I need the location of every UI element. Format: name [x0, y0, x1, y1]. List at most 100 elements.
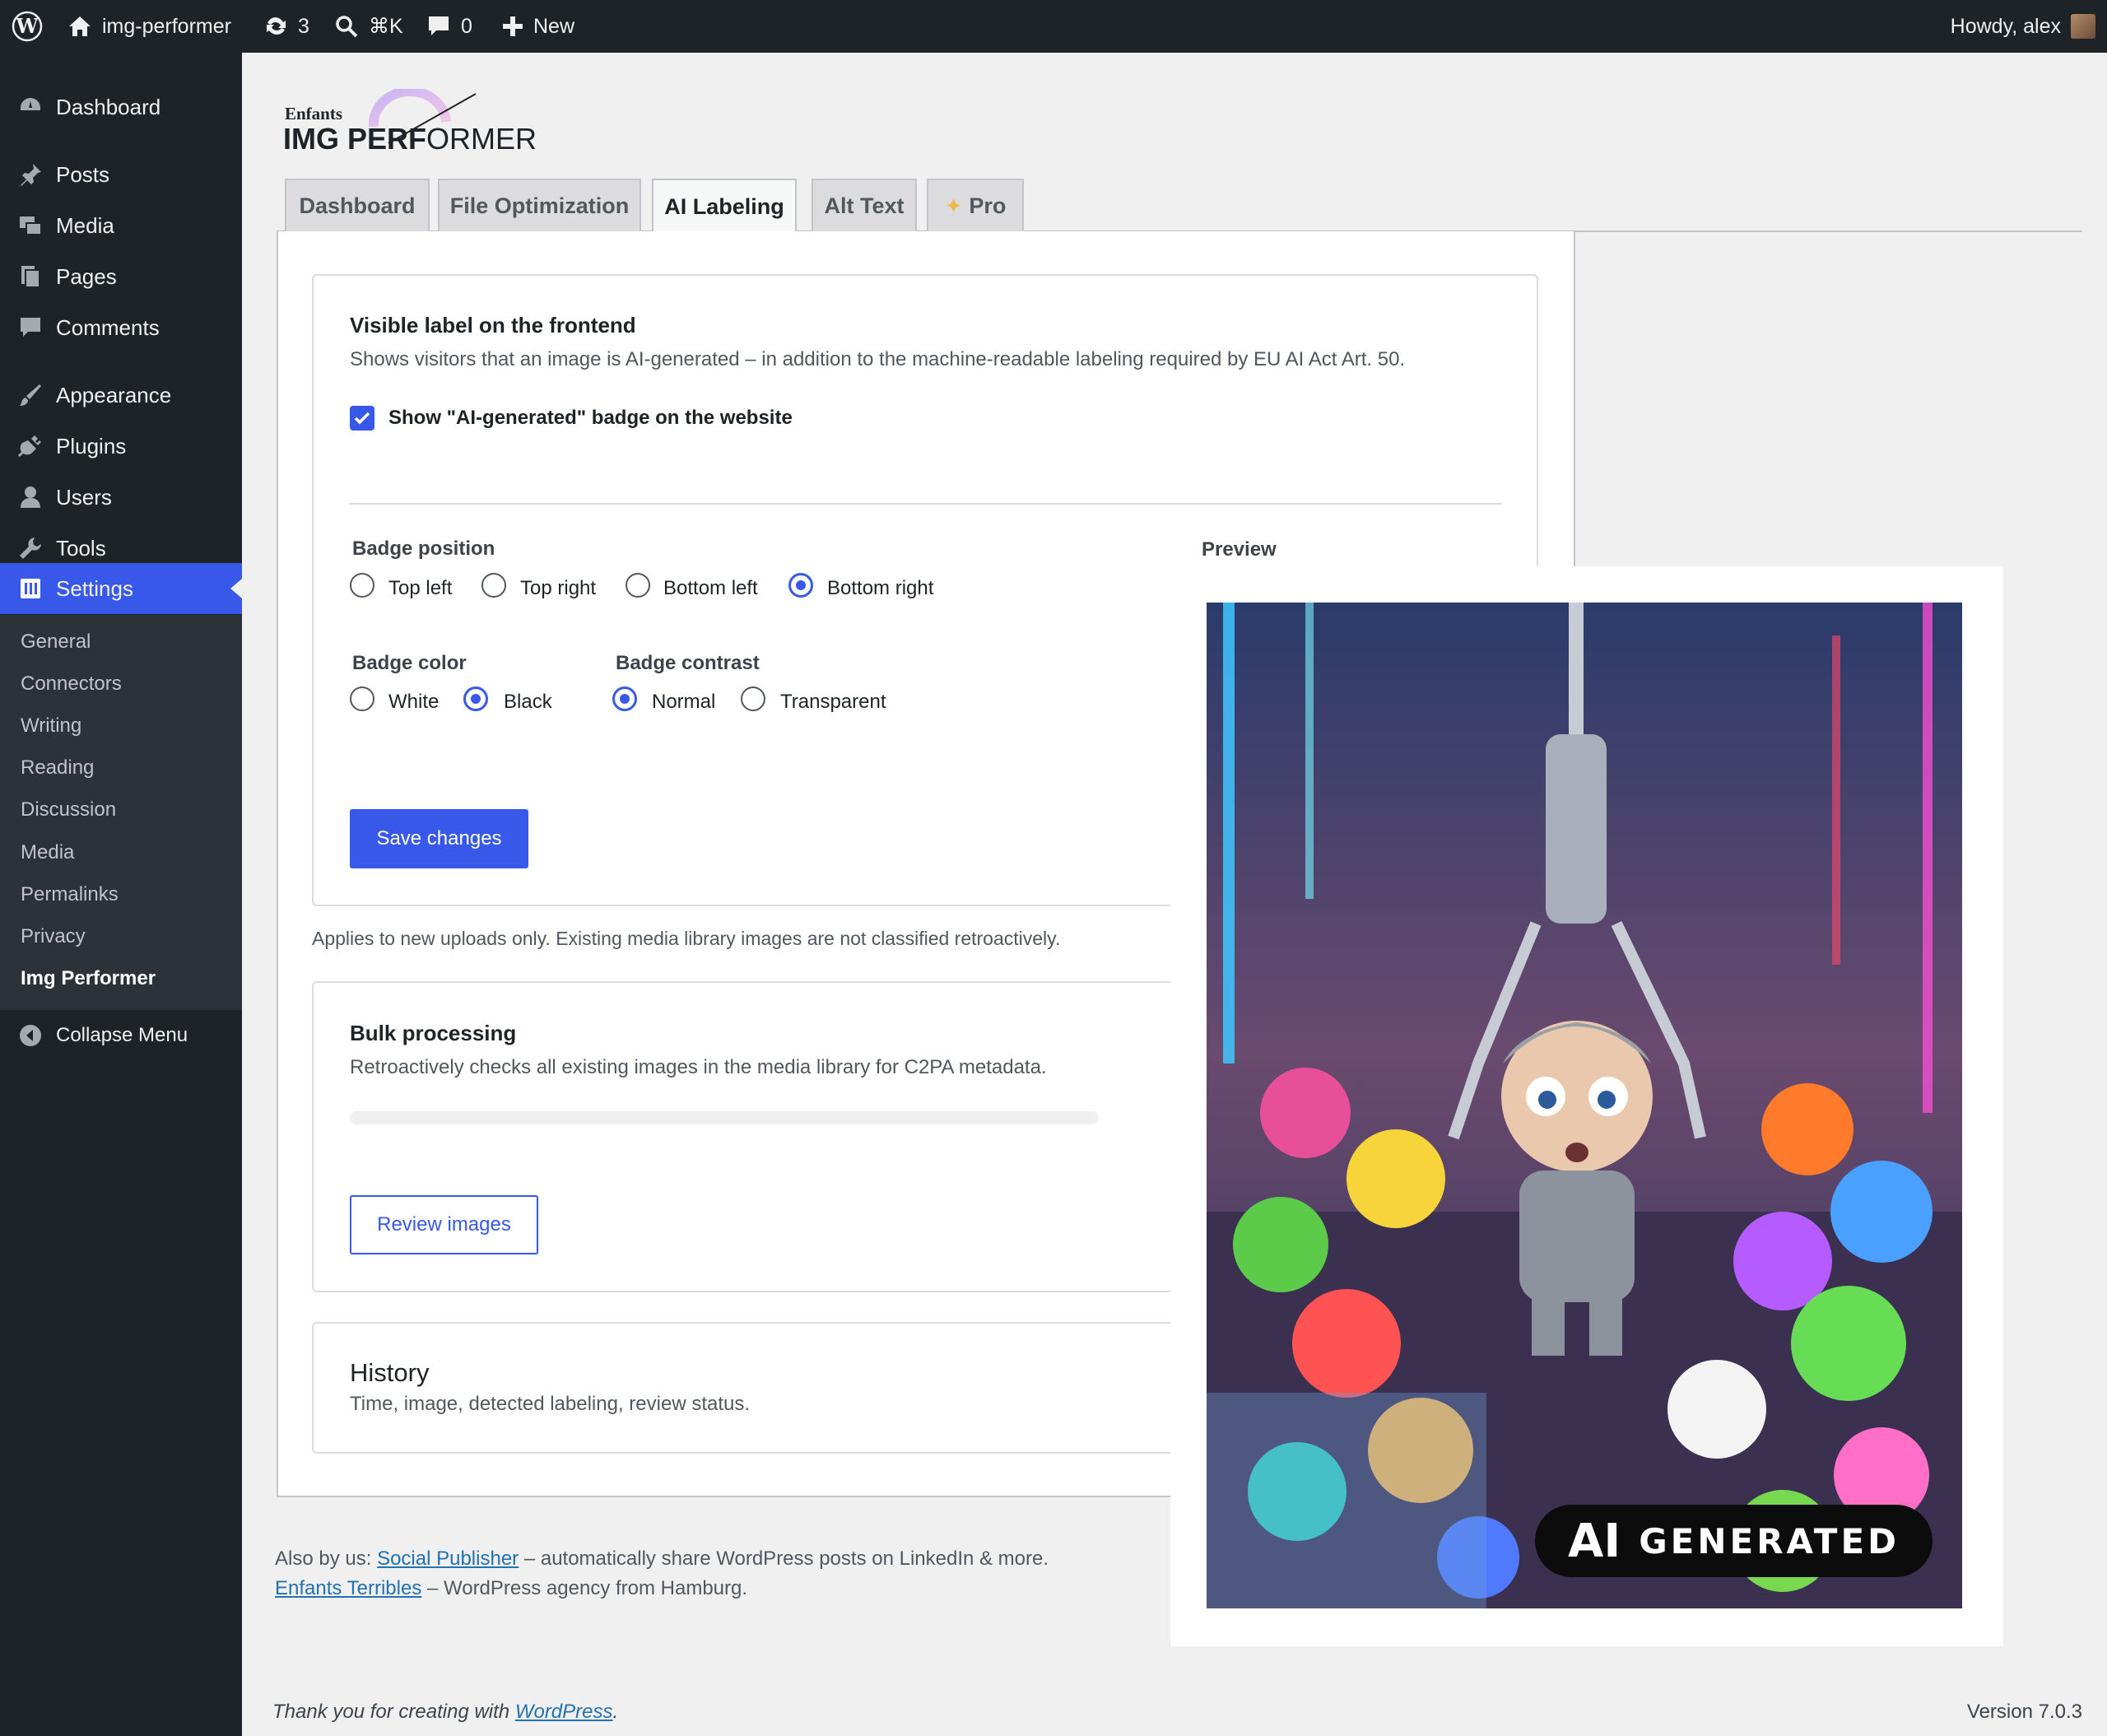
greeting: Howdy, alex [1950, 14, 2061, 38]
sidebar-item-label: Pages [56, 263, 117, 289]
radio-top-right[interactable] [481, 573, 506, 598]
tab-alt-text[interactable]: Alt Text [812, 179, 917, 231]
site-name-link[interactable]: img-performer [67, 0, 231, 53]
radio-black[interactable] [463, 686, 488, 711]
badge-generated-text: GENERATED [1639, 1520, 1900, 1561]
thanks-period: . [612, 1701, 619, 1723]
sidebar-item-settings[interactable]: Settings [0, 563, 242, 614]
account-menu[interactable]: Howdy, alex [1951, 0, 2095, 53]
card-divider [350, 503, 1502, 505]
enfants-terribles-desc: – WordPress agency from Hamburg. [426, 1577, 748, 1599]
radio-bottom-left-label[interactable]: Bottom left [663, 577, 758, 600]
badge-contrast-label: Badge contrast [616, 652, 760, 674]
svg-text:W: W [16, 14, 40, 38]
tab-label: Dashboard [299, 193, 416, 218]
submenu-privacy[interactable]: Privacy [21, 925, 86, 948]
ai-generated-badge: AI GENERATED [1535, 1505, 1933, 1577]
sidebar-item-tools[interactable]: Tools [0, 535, 242, 561]
radio-normal-label[interactable]: Normal [652, 691, 715, 714]
wrench-icon [18, 536, 43, 561]
comments-link[interactable]: 0 [426, 0, 472, 53]
submenu-reading[interactable]: Reading [21, 756, 94, 780]
footer-also-by: Also by us: Social Publisher – automatic… [275, 1548, 1049, 1571]
sidebar-item-label: Settings [56, 575, 133, 601]
sidebar-item-label: Appearance [56, 382, 172, 407]
sidebar-item-appearance[interactable]: Appearance [0, 382, 242, 408]
sidebar-item-plugins[interactable]: Plugins [0, 433, 242, 459]
submenu-discussion[interactable]: Discussion [21, 798, 116, 821]
logo-light: ORMER [426, 122, 537, 156]
sidebar-item-comments[interactable]: Comments [0, 314, 242, 341]
logo-bold: IMG PERF [283, 122, 427, 156]
radio-bottom-right-label[interactable]: Bottom right [827, 577, 933, 600]
radio-black-label[interactable]: Black [504, 691, 552, 714]
wordpress-logo-icon[interactable]: W [12, 0, 43, 53]
sidebar-item-dashboard[interactable]: Dashboard [0, 94, 242, 120]
radio-transparent[interactable] [741, 686, 765, 711]
tab-file-optimization[interactable]: File Optimization [438, 179, 641, 231]
submenu-media[interactable]: Media [21, 841, 74, 864]
show-badge-checkbox[interactable] [350, 406, 374, 431]
plus-icon [503, 16, 523, 36]
history-description: Time, image, detected labeling, review s… [350, 1393, 751, 1415]
comments-count: 0 [461, 14, 472, 38]
tab-dashboard[interactable]: Dashboard [285, 179, 430, 231]
submenu-general[interactable]: General [21, 631, 91, 654]
sidebar-item-posts[interactable]: Posts [0, 161, 242, 188]
submenu-img-performer[interactable]: Img Performer [21, 967, 156, 990]
radio-bottom-left[interactable] [626, 573, 650, 598]
save-changes-button[interactable]: Save changes [350, 809, 528, 868]
search-shortcut[interactable]: ⌘K [334, 0, 403, 53]
sidebar-item-label: Plugins [56, 433, 127, 458]
uploads-note: Applies to new uploads only. Existing me… [312, 928, 1061, 949]
radio-top-left[interactable] [350, 573, 374, 598]
submenu-writing[interactable]: Writing [21, 714, 81, 738]
submenu-connectors[interactable]: Connectors [21, 673, 122, 696]
tab-ai-labeling[interactable]: AI Labeling [652, 179, 797, 233]
footer-agency: Enfants Terribles – WordPress agency fro… [275, 1577, 747, 1600]
sidebar-item-media[interactable]: Media [0, 212, 242, 239]
search-icon [336, 16, 358, 38]
review-images-button[interactable]: Review images [350, 1195, 538, 1254]
enfants-terribles-link[interactable]: Enfants Terribles [275, 1577, 421, 1599]
radio-white-label[interactable]: White [388, 691, 439, 714]
tab-pro[interactable]: ✦ Pro [927, 179, 1024, 231]
wordpress-link[interactable]: WordPress [515, 1701, 613, 1723]
badge-color-label: Badge color [352, 652, 467, 674]
show-badge-label[interactable]: Show "AI-generated" badge on the website [388, 407, 793, 430]
logo-wordmark: IMG PERFORMER [283, 122, 537, 156]
submenu-permalinks[interactable]: Permalinks [21, 883, 119, 906]
visible-label-description: Shows visitors that an image is AI-gener… [350, 348, 1406, 370]
updates-count: 3 [298, 14, 309, 38]
home-icon [69, 16, 91, 36]
radio-transparent-label[interactable]: Transparent [780, 691, 886, 714]
collapse-menu-button[interactable]: Collapse Menu [0, 1022, 242, 1049]
history-heading: History [350, 1358, 430, 1387]
new-content-link[interactable]: New [502, 0, 574, 53]
preview-image: AI GENERATED [1207, 603, 1962, 1608]
footer-version: Version 7.0.3 [1966, 1701, 2082, 1723]
radio-white[interactable] [350, 686, 374, 711]
radio-normal[interactable] [612, 686, 637, 711]
updates-link[interactable]: 3 [262, 0, 309, 53]
social-publisher-link[interactable]: Social Publisher [377, 1548, 519, 1570]
social-publisher-desc: – automatically share WordPress posts on… [523, 1548, 1049, 1570]
admin-bar: W img-performer 3 ⌘K 0 New Howdy, alex [0, 0, 2107, 53]
thanks-text: Thank you for creating with [272, 1701, 510, 1723]
sidebar-item-pages[interactable]: Pages [0, 263, 242, 290]
comment-icon [429, 16, 449, 35]
checkmark-icon [354, 412, 370, 425]
review-images-label: Review images [377, 1213, 511, 1236]
radio-bottom-right[interactable] [788, 573, 813, 598]
sidebar-item-users[interactable]: Users [0, 484, 242, 510]
preview-label: Preview [1202, 538, 1277, 561]
radio-top-left-label[interactable]: Top left [388, 577, 452, 600]
visible-label-heading: Visible label on the frontend [350, 313, 636, 337]
sparkle-icon: ✦ [944, 193, 963, 218]
updates-icon [267, 16, 286, 35]
sidebar-item-label: Users [56, 484, 112, 510]
tab-label: Alt Text [824, 193, 905, 218]
radio-top-right-label[interactable]: Top right [520, 577, 596, 600]
plugin-icon [18, 434, 43, 458]
collapse-icon [18, 1023, 43, 1048]
